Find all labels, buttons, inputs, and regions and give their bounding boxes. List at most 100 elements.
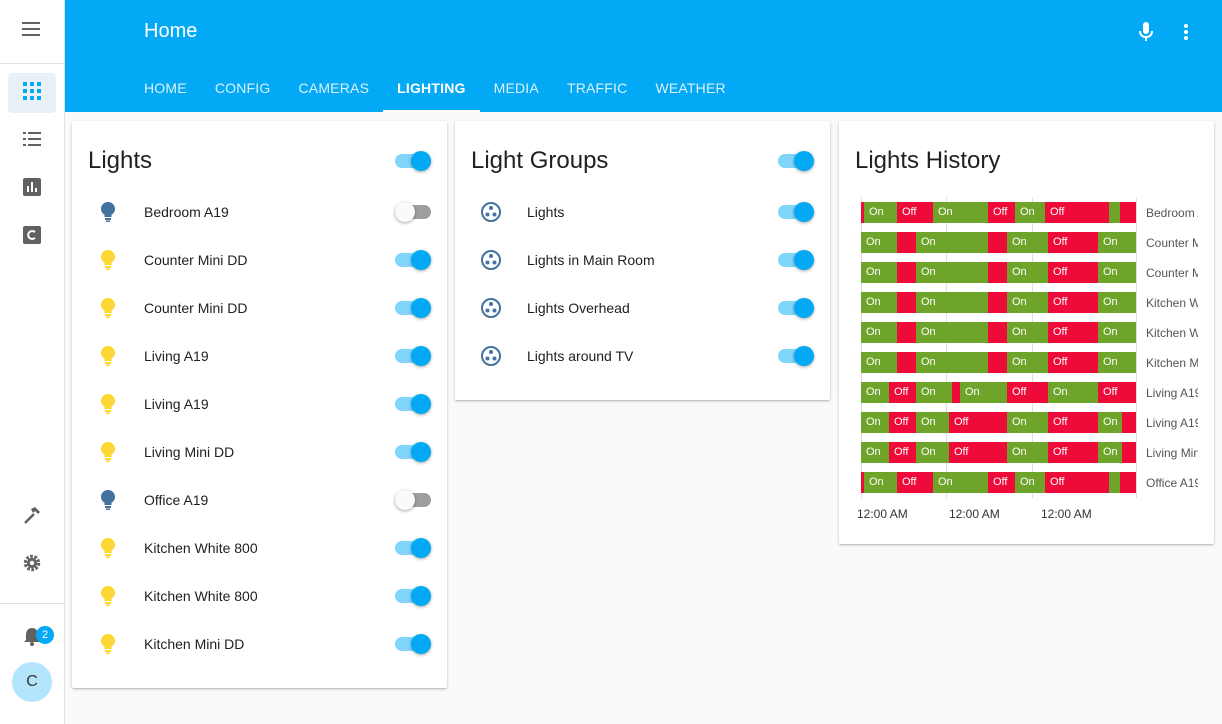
- history-segment-off[interactable]: Off: [897, 202, 933, 223]
- light-toggle[interactable]: [395, 441, 431, 463]
- history-segment-on[interactable]: On: [960, 382, 1007, 403]
- history-segment-on[interactable]: On: [916, 292, 988, 313]
- history-segment-off[interactable]: Off: [889, 442, 916, 463]
- history-segment-on[interactable]: On: [916, 352, 988, 373]
- sidebar-item-developer-tools[interactable]: [8, 497, 56, 537]
- history-segment-off[interactable]: Off: [889, 382, 916, 403]
- history-segment-off[interactable]: Off: [1045, 202, 1109, 223]
- history-segment-off[interactable]: Off: [1045, 472, 1109, 493]
- history-segment-on[interactable]: On: [1098, 352, 1136, 373]
- light-toggle[interactable]: [395, 249, 431, 271]
- light-group-toggle[interactable]: [778, 201, 814, 223]
- history-segment-on[interactable]: On: [1007, 352, 1048, 373]
- history-segment-on[interactable]: On: [916, 322, 988, 343]
- light-row[interactable]: Bedroom A19: [88, 192, 431, 232]
- history-segment-off[interactable]: [952, 382, 960, 403]
- history-segment-on[interactable]: On: [1098, 292, 1136, 313]
- history-segment-on[interactable]: On: [1007, 322, 1048, 343]
- history-segment-on[interactable]: On: [916, 412, 949, 433]
- bulb-icon[interactable]: [88, 432, 128, 472]
- history-segment-off[interactable]: [897, 322, 916, 343]
- light-toggle[interactable]: [395, 297, 431, 319]
- history-segment-off[interactable]: Off: [1048, 442, 1098, 463]
- history-segment-on[interactable]: On: [1098, 322, 1136, 343]
- history-segment-off[interactable]: Off: [949, 412, 1007, 433]
- history-segment-on[interactable]: On: [1007, 412, 1048, 433]
- history-segment-on[interactable]: On: [1098, 232, 1136, 253]
- light-toggle[interactable]: [395, 537, 431, 559]
- history-segment-off[interactable]: Off: [1048, 412, 1098, 433]
- light-group-row[interactable]: Lights: [471, 192, 814, 232]
- tab-home[interactable]: HOME: [130, 64, 201, 112]
- history-segment-on[interactable]: On: [1007, 232, 1048, 253]
- history-segment-on[interactable]: On: [933, 202, 988, 223]
- light-toggle[interactable]: [395, 345, 431, 367]
- history-segment-on[interactable]: On: [861, 232, 897, 253]
- light-row[interactable]: Office A19: [88, 480, 431, 520]
- more-vert-icon[interactable]: [1174, 20, 1198, 44]
- bulb-icon[interactable]: [88, 528, 128, 568]
- light-group-toggle[interactable]: [778, 345, 814, 367]
- history-segment-on[interactable]: On: [1098, 412, 1122, 433]
- history-segment-off[interactable]: Off: [1048, 232, 1098, 253]
- history-segment-on[interactable]: On: [916, 442, 949, 463]
- light-toggle[interactable]: [395, 393, 431, 415]
- history-segment-off[interactable]: Off: [949, 442, 1007, 463]
- light-group-row[interactable]: Lights around TV: [471, 336, 814, 376]
- history-segment-off[interactable]: Off: [1048, 322, 1098, 343]
- tab-traffic[interactable]: TRAFFIC: [553, 64, 642, 112]
- history-segment-on[interactable]: [1109, 472, 1120, 493]
- history-segment-off[interactable]: Off: [988, 202, 1015, 223]
- tab-lighting[interactable]: LIGHTING: [383, 64, 481, 112]
- history-segment-on[interactable]: On: [1048, 382, 1098, 403]
- history-segment-on[interactable]: On: [916, 232, 988, 253]
- history-segment-off[interactable]: [1120, 202, 1136, 223]
- history-segment-off[interactable]: Off: [988, 472, 1015, 493]
- bulb-icon[interactable]: [88, 336, 128, 376]
- history-segment-off[interactable]: [897, 232, 916, 253]
- history-segment-on[interactable]: On: [861, 442, 889, 463]
- history-segment-on[interactable]: On: [861, 322, 897, 343]
- group-icon[interactable]: [471, 240, 511, 280]
- group-icon[interactable]: [471, 288, 511, 328]
- bulb-icon[interactable]: [88, 624, 128, 664]
- light-row[interactable]: Kitchen Mini DD: [88, 624, 431, 664]
- lights-master-toggle[interactable]: [395, 150, 431, 172]
- light-row[interactable]: Living A19: [88, 384, 431, 424]
- history-segment-on[interactable]: On: [1007, 292, 1048, 313]
- history-segment-off[interactable]: [988, 262, 1007, 283]
- bulb-icon[interactable]: [88, 384, 128, 424]
- history-segment-off[interactable]: Off: [897, 472, 933, 493]
- history-segment-on[interactable]: On: [861, 382, 889, 403]
- light-group-toggle[interactable]: [778, 249, 814, 271]
- history-segment-on[interactable]: On: [1015, 202, 1045, 223]
- light-group-row[interactable]: Lights in Main Room: [471, 240, 814, 280]
- bulb-icon[interactable]: [88, 288, 128, 328]
- light-row[interactable]: Living A19: [88, 336, 431, 376]
- light-toggle[interactable]: [395, 633, 431, 655]
- history-segment-on[interactable]: On: [1098, 262, 1136, 283]
- sidebar-item-settings[interactable]: [8, 545, 56, 585]
- group-icon[interactable]: [471, 192, 511, 232]
- history-segment-off[interactable]: [988, 352, 1007, 373]
- history-segment-off[interactable]: [988, 322, 1007, 343]
- history-segment-off[interactable]: [1120, 472, 1136, 493]
- history-segment-off[interactable]: Off: [889, 412, 916, 433]
- tab-media[interactable]: MEDIA: [480, 64, 553, 112]
- history-segment-off[interactable]: [897, 352, 916, 373]
- history-segment-on[interactable]: On: [861, 292, 897, 313]
- light-row[interactable]: Kitchen White 800: [88, 528, 431, 568]
- light-row[interactable]: Counter Mini DD: [88, 288, 431, 328]
- bulb-icon[interactable]: [88, 192, 128, 232]
- history-segment-on[interactable]: On: [861, 262, 897, 283]
- history-segment-on[interactable]: On: [916, 382, 952, 403]
- history-segment-off[interactable]: Off: [1048, 292, 1098, 313]
- bulb-icon[interactable]: [88, 240, 128, 280]
- tab-config[interactable]: CONFIG: [201, 64, 285, 112]
- history-segment-on[interactable]: On: [1098, 442, 1122, 463]
- history-segment-on[interactable]: On: [861, 352, 897, 373]
- history-segment-on[interactable]: On: [933, 472, 988, 493]
- bulb-icon[interactable]: [88, 480, 128, 520]
- light-row[interactable]: Kitchen White 800: [88, 576, 431, 616]
- light-toggle[interactable]: [395, 489, 431, 511]
